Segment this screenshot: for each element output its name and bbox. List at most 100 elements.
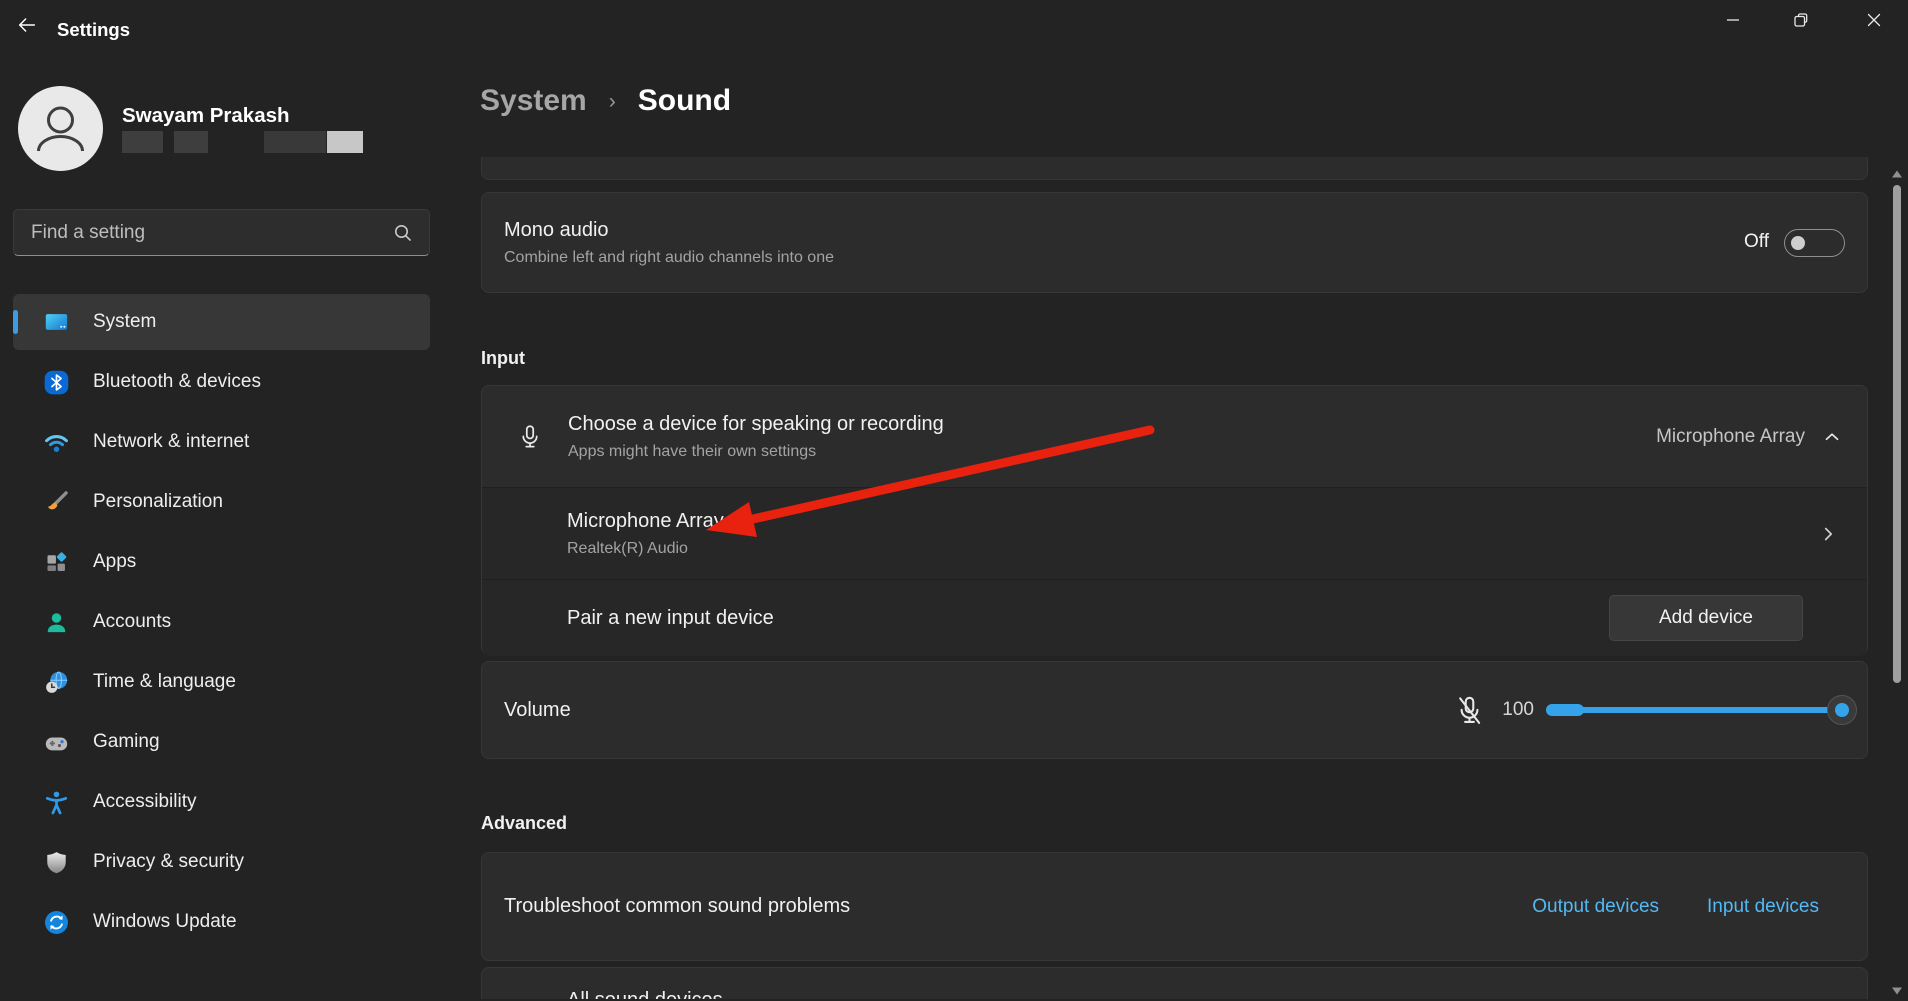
all-sound-devices-label: All sound devices <box>567 989 723 999</box>
user-profile[interactable] <box>18 86 103 171</box>
redacted-email-block <box>264 131 326 153</box>
system-icon <box>41 307 71 337</box>
sidebar-item-label: Gaming <box>93 731 160 752</box>
input-devices-link[interactable]: Input devices <box>1707 896 1819 918</box>
volume-slider[interactable] <box>1546 695 1857 725</box>
windows-update-icon <box>41 907 71 937</box>
microphone-array-row[interactable]: Microphone Array Realtek(R) Audio <box>482 487 1867 579</box>
slider-thumb[interactable] <box>1827 695 1857 725</box>
slider-track-fill <box>1546 707 1842 713</box>
mono-audio-subtitle: Combine left and right audio channels in… <box>504 249 834 266</box>
mono-audio-toggle[interactable] <box>1784 229 1845 257</box>
close-button[interactable] <box>1839 0 1908 44</box>
mono-audio-card: Mono audio Combine left and right audio … <box>481 192 1868 293</box>
scroll-down-icon[interactable] <box>1891 983 1903 1001</box>
pair-input-device-row: Pair a new input device Add device <box>482 579 1867 656</box>
restore-icon <box>1791 10 1811 35</box>
chevron-up-icon <box>1821 426 1843 448</box>
volume-label: Volume <box>504 698 571 721</box>
sidebar-item-label: Network & internet <box>93 431 250 452</box>
sidebar-item-network-internet[interactable]: Network & internet <box>13 414 430 470</box>
back-button[interactable] <box>8 11 46 43</box>
slider-thumb-dot <box>1835 703 1849 717</box>
input-section-heading: Input <box>481 348 525 368</box>
troubleshoot-label: Troubleshoot common sound problems <box>504 895 851 917</box>
redacted-email-block <box>174 131 208 153</box>
slider-fill-cap <box>1546 704 1584 716</box>
sidebar-item-accounts[interactable]: Accounts <box>13 594 430 650</box>
search-icon <box>391 221 415 245</box>
minimize-button[interactable] <box>1700 0 1766 44</box>
pair-device-label: Pair a new input device <box>567 606 774 629</box>
sidebar-item-label: Windows Update <box>93 911 237 932</box>
sidebar-item-system[interactable]: System <box>13 294 430 350</box>
sidebar-item-privacy-security[interactable]: Privacy & security <box>13 834 430 890</box>
sidebar-item-label: Personalization <box>93 491 223 512</box>
sidebar-item-gaming[interactable]: Gaming <box>13 714 430 770</box>
scrollbar-thumb[interactable] <box>1893 185 1901 683</box>
sidebar-item-accessibility[interactable]: Accessibility <box>13 774 430 830</box>
sidebar-item-apps[interactable]: Apps <box>13 534 430 590</box>
breadcrumb-separator-icon: › <box>608 90 616 113</box>
input-devices-card: Choose a device for speaking or recordin… <box>481 385 1868 656</box>
choose-device-title: Choose a device for speaking or recordin… <box>568 412 944 435</box>
microphone-icon <box>516 423 544 451</box>
sidebar-item-time-language[interactable]: Time & language <box>13 654 430 710</box>
breadcrumb: System › Sound <box>480 84 731 118</box>
gaming-icon <box>41 727 71 757</box>
sidebar-nav: System Bluetooth & devices Network & int… <box>13 294 430 954</box>
microphone-array-subtitle: Realtek(R) Audio <box>567 539 688 557</box>
all-sound-devices-card: All sound devices <box>481 967 1868 999</box>
search-input[interactable] <box>14 221 391 244</box>
breadcrumb-system[interactable]: System <box>480 84 587 118</box>
choose-input-device-row[interactable]: Choose a device for speaking or recordin… <box>482 386 1867 487</box>
toggle-knob <box>1791 236 1805 250</box>
time-language-icon <box>41 667 71 697</box>
microphone-muted-icon[interactable] <box>1453 694 1486 727</box>
toggle-state-label: Off <box>1744 231 1769 252</box>
mono-audio-title: Mono audio <box>504 219 609 241</box>
troubleshoot-card: Troubleshoot common sound problems Outpu… <box>481 852 1868 961</box>
volume-card: Volume 100 <box>481 661 1868 759</box>
advanced-section-heading: Advanced <box>481 813 568 833</box>
minimize-icon <box>1723 10 1743 35</box>
network-icon <box>41 427 71 457</box>
app-title: Settings <box>57 19 130 40</box>
sidebar-item-label: Accessibility <box>93 791 197 812</box>
output-devices-link[interactable]: Output devices <box>1532 896 1659 918</box>
sidebar-item-windows-update[interactable]: Windows Update <box>13 894 430 950</box>
page-title: Sound <box>637 84 732 117</box>
redacted-email-block <box>327 131 363 153</box>
sidebar-item-label: System <box>93 311 157 332</box>
apps-icon <box>41 547 71 577</box>
selected-input-device-value: Microphone Array <box>1656 425 1805 447</box>
sidebar-item-label: Apps <box>93 551 137 572</box>
sidebar-item-label: Bluetooth & devices <box>93 371 261 392</box>
back-arrow-icon <box>16 14 38 41</box>
personalization-icon <box>41 487 71 517</box>
user-name: Swayam Prakash <box>122 104 290 127</box>
choose-device-subtitle: Apps might have their own settings <box>568 442 817 460</box>
chevron-right-icon <box>1817 523 1839 545</box>
titlebar: Settings <box>0 0 1908 46</box>
bluetooth-icon <box>41 367 71 397</box>
redacted-email-block <box>122 131 163 153</box>
shield-icon <box>41 847 71 877</box>
microphone-array-title: Microphone Array <box>567 509 724 532</box>
accessibility-icon <box>41 787 71 817</box>
sidebar-item-label: Time & language <box>93 671 236 692</box>
sidebar-item-personalization[interactable]: Personalization <box>13 474 430 530</box>
close-icon <box>1864 10 1884 35</box>
accounts-icon <box>41 607 71 637</box>
maximize-restore-button[interactable] <box>1768 0 1834 44</box>
sidebar-item-label: Privacy & security <box>93 851 244 872</box>
selected-indicator <box>13 310 18 334</box>
sidebar-item-bluetooth-devices[interactable]: Bluetooth & devices <box>13 354 430 410</box>
add-device-button[interactable]: Add device <box>1609 595 1803 641</box>
partial-card-top <box>481 157 1868 180</box>
volume-value: 100 <box>1502 699 1534 720</box>
scroll-up-icon[interactable] <box>1891 166 1903 184</box>
avatar-icon <box>18 86 103 175</box>
search-box <box>13 209 430 256</box>
sidebar-item-label: Accounts <box>93 611 172 632</box>
